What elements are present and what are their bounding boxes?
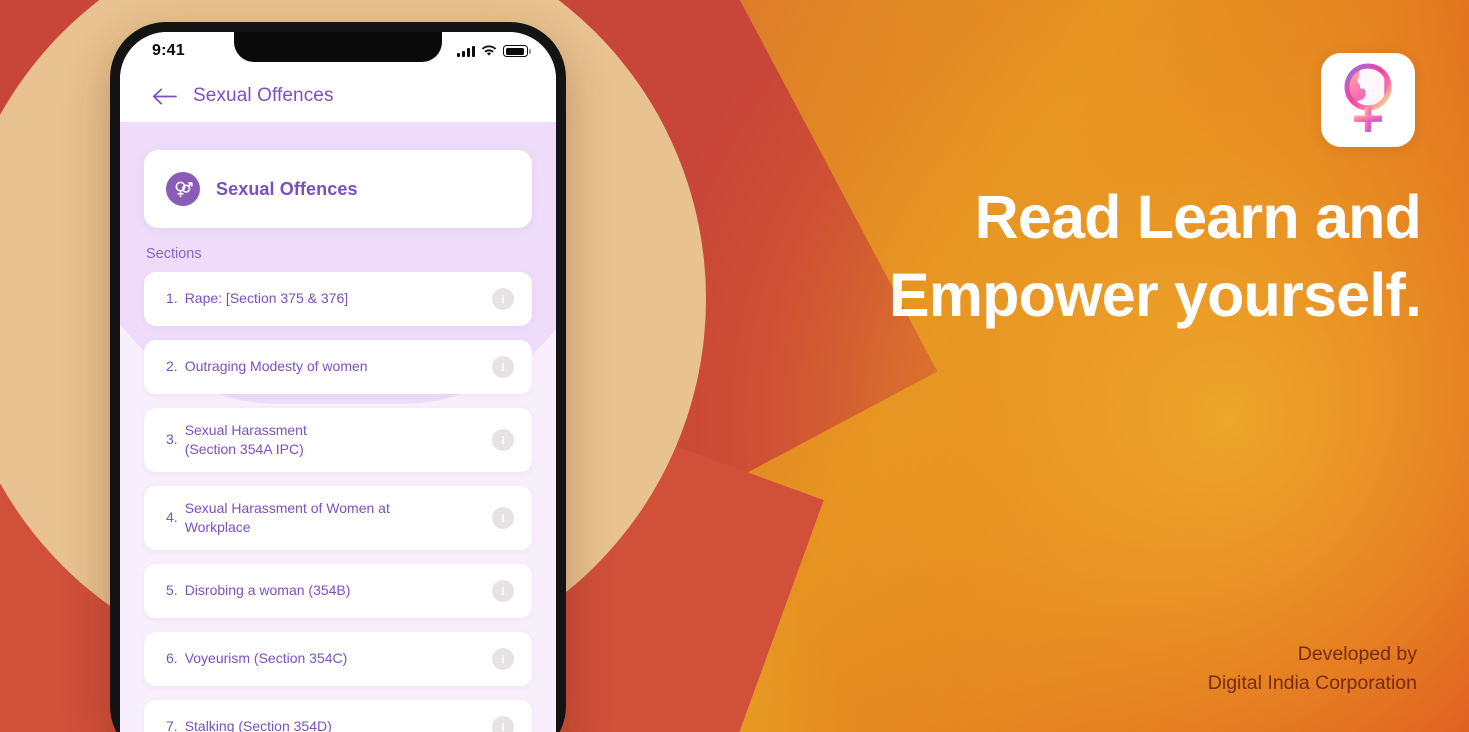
list-item-number: 5. [166, 582, 178, 599]
promo-headline: Read Learn and Empower yourself. [561, 178, 1422, 334]
developer-credit-line1: Developed by [1297, 643, 1417, 666]
list-item-label: Disrobing a woman (354B) [184, 582, 351, 599]
list-item-number: 4. [166, 509, 178, 526]
promo-headline-line2: Empower yourself. [888, 261, 1422, 330]
sections-list: 1. Rape: [Section 375 & 376] i 2. Outrag… [120, 272, 556, 732]
sections-label: Sections [146, 246, 202, 262]
status-bar-indicators [457, 45, 531, 57]
battery-icon [503, 45, 531, 57]
list-item[interactable]: 4. Sexual Harassment of Women at Workpla… [144, 486, 532, 550]
list-item[interactable]: 6. Voyeurism (Section 354C) i [144, 632, 532, 686]
female-venus-symbol-app-icon [1335, 61, 1401, 140]
list-item-number: 2. [166, 358, 178, 375]
hero-card-title: Sexual Offences [216, 178, 358, 199]
info-icon[interactable]: i [492, 580, 514, 602]
developer-credit: Developed by Digital India Corporation [1208, 640, 1417, 698]
phone-screen: 9:41 Sexual Offences Sexual Offences Sec… [120, 32, 556, 732]
list-item[interactable]: 1. Rape: [Section 375 & 376] i [144, 272, 532, 326]
list-item-label: Stalking (Section 354D) [184, 718, 332, 732]
promo-headline-line1: Read Learn and [974, 183, 1422, 251]
list-item-label: Outraging Modesty of women [184, 358, 368, 375]
app-content: Sexual Offences Sections 1. Rape: [Secti… [120, 122, 556, 732]
info-icon[interactable]: i [492, 648, 514, 670]
list-item-label: Sexual Harassment of Women at Workplace [184, 499, 390, 535]
list-item[interactable]: 2. Outraging Modesty of women i [144, 340, 532, 394]
list-item-label: Rape: [Section 375 & 376] [184, 290, 349, 307]
hero-card[interactable]: Sexual Offences [144, 150, 532, 228]
list-item-label: Voyeurism (Section 354C) [184, 650, 348, 667]
info-icon[interactable]: i [492, 716, 514, 732]
developer-credit-line2: Digital India Corporation [1207, 672, 1417, 695]
app-icon-tile [1321, 53, 1415, 147]
status-bar-time: 9:41 [152, 42, 185, 59]
list-item-label: Sexual Harassment (Section 354A IPC) [184, 421, 307, 457]
list-item-number: 3. [166, 431, 178, 448]
list-item-number: 7. [166, 718, 178, 732]
app-nav-bar: Sexual Offences [120, 70, 556, 122]
info-icon[interactable]: i [492, 288, 514, 310]
wifi-icon [481, 45, 497, 57]
gender-symbols-icon [166, 172, 200, 206]
cellular-signal-icon [457, 45, 475, 57]
list-item[interactable]: 3. Sexual Harassment (Section 354A IPC) … [144, 408, 532, 472]
list-item[interactable]: 7. Stalking (Section 354D) i [144, 700, 532, 732]
info-icon[interactable]: i [492, 507, 514, 529]
back-arrow-icon[interactable] [152, 88, 177, 105]
list-item-number: 1. [166, 290, 178, 307]
info-icon[interactable]: i [492, 356, 514, 378]
info-icon[interactable]: i [492, 429, 514, 451]
list-item-number: 6. [166, 650, 178, 667]
list-item[interactable]: 5. Disrobing a woman (354B) i [144, 564, 532, 618]
phone-mockup: 9:41 Sexual Offences Sexual Offences Sec… [110, 22, 566, 732]
phone-notch [234, 32, 442, 62]
nav-title: Sexual Offences [193, 85, 334, 106]
